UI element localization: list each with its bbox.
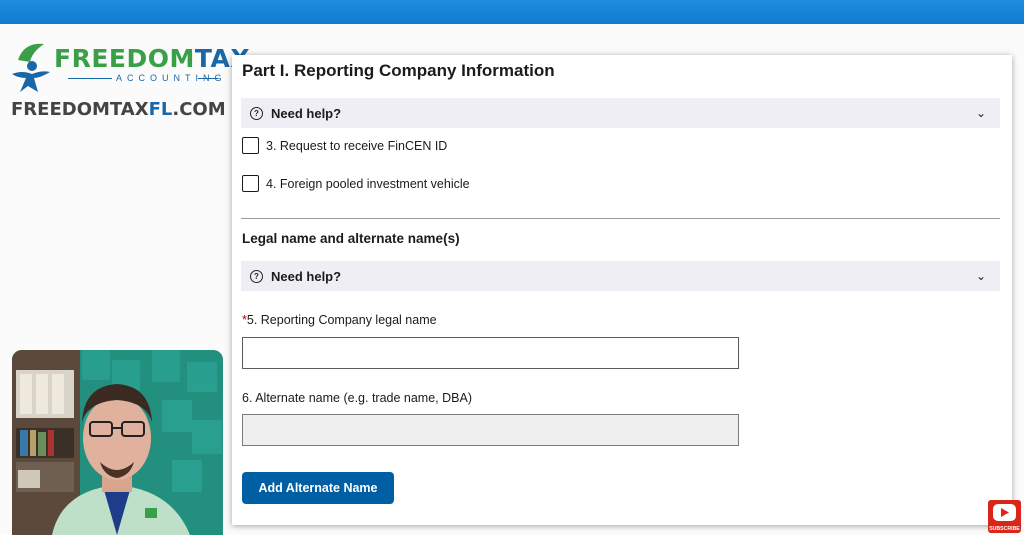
- need-help-label: Need help?: [271, 105, 342, 121]
- youtube-subscribe-icon[interactable]: SUBSCRIBE: [988, 500, 1021, 533]
- alternate-name-label: 6. Alternate name (e.g. trade name, DBA): [242, 391, 472, 405]
- need-help-accordion-2[interactable]: ? Need help? ⌄: [241, 261, 1000, 291]
- need-help-label: Need help?: [271, 268, 342, 284]
- presenter-webcam: [12, 350, 223, 535]
- part-title: Part I. Reporting Company Information: [242, 61, 555, 80]
- logo-rule-right: [198, 78, 218, 79]
- logo-person-icon: [12, 43, 50, 92]
- presenter-video-image: [12, 350, 223, 535]
- top-bar: [0, 0, 1024, 24]
- need-help-accordion-1[interactable]: ? Need help? ⌄: [241, 98, 1000, 128]
- chevron-down-icon: ⌄: [975, 269, 986, 283]
- checkbox-request-fincen-id[interactable]: 3. Request to receive FinCEN ID: [242, 137, 447, 154]
- section-title-legal-name: Legal name and alternate name(s): [242, 231, 460, 246]
- boi-form-panel: Part I. Reporting Company Information ? …: [232, 55, 1012, 525]
- legal-name-label: *5. Reporting Company legal name: [242, 313, 437, 327]
- checkbox-box[interactable]: [242, 175, 259, 192]
- legal-name-input[interactable]: [242, 337, 739, 369]
- subscribe-label: SUBSCRIBE: [989, 526, 1020, 532]
- checkbox-label: 4. Foreign pooled investment vehicle: [266, 176, 470, 191]
- site-url: FREEDOMTAXFL.COM: [11, 99, 226, 120]
- question-circle-icon: ?: [250, 269, 263, 283]
- logo-rule-left: [68, 78, 112, 79]
- checkbox-box[interactable]: [242, 137, 259, 154]
- section-divider: [241, 218, 1000, 219]
- freedomtax-logo: FREEDOMTAX ACCOUNTING: [8, 38, 250, 98]
- chevron-down-icon: ⌄: [975, 106, 986, 120]
- checkbox-label: 3. Request to receive FinCEN ID: [266, 138, 448, 153]
- checkbox-foreign-pooled-investment[interactable]: 4. Foreign pooled investment vehicle: [242, 175, 470, 192]
- logo-wordmark: FREEDOMTAX: [54, 44, 251, 73]
- question-circle-icon: ?: [250, 106, 263, 120]
- alternate-name-input[interactable]: [242, 414, 739, 446]
- add-alternate-name-button[interactable]: Add Alternate Name: [242, 472, 394, 504]
